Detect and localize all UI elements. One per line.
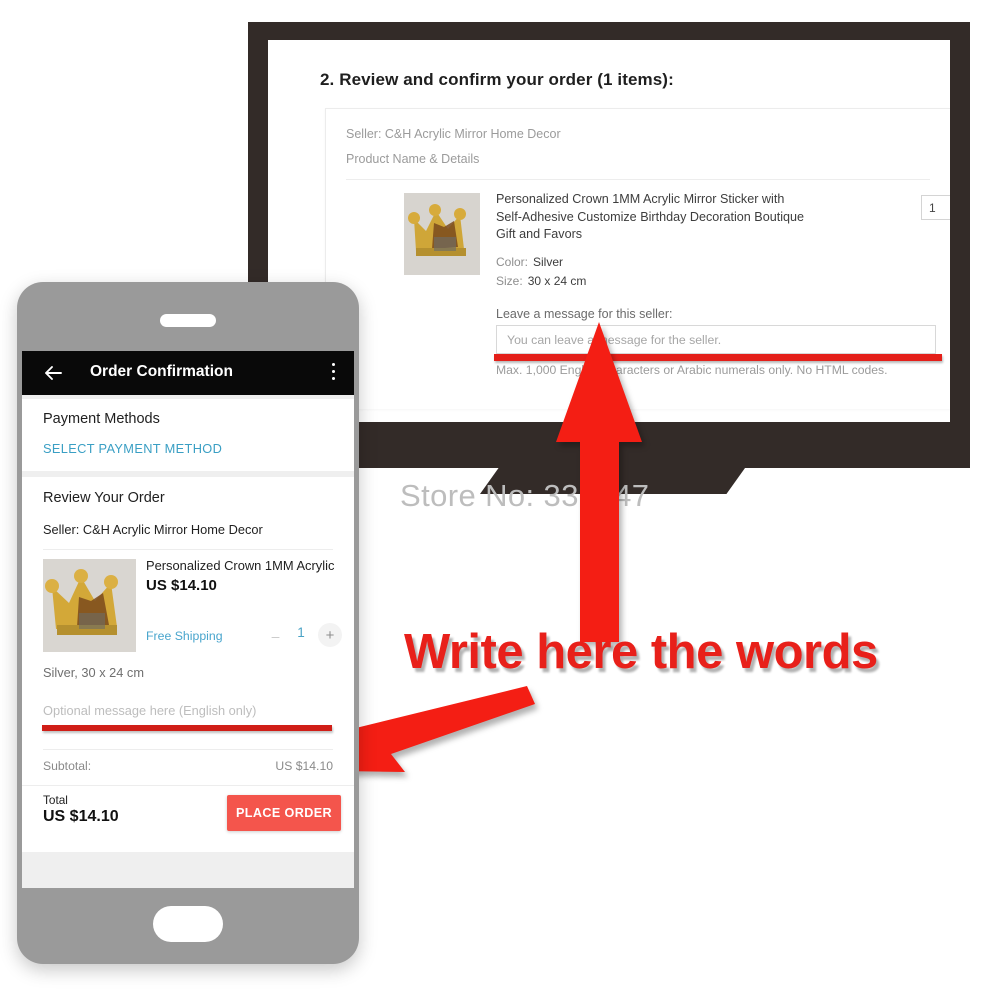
total-label: Total [43, 793, 68, 807]
back-arrow-icon[interactable] [43, 363, 63, 383]
subtotal-value: US $14.10 [275, 759, 333, 773]
seller-message-hint: Max. 1,000 English characters or Arabic … [496, 363, 888, 377]
place-order-button[interactable]: PLACE ORDER [227, 795, 341, 831]
product-size-attribute: Size: 30 x 24 cm [496, 274, 586, 288]
phone-product-price: US $14.10 [146, 577, 217, 594]
screenshot-stage: 2. Review and confirm your order (1 item… [0, 0, 1000, 1000]
size-label: Size: [496, 274, 523, 288]
quantity-stepper[interactable]: – 1 + [267, 623, 342, 649]
red-up-arrow [556, 322, 642, 642]
phone-device: Order Confirmation Payment Methods SELEC… [17, 282, 359, 964]
app-bar-title: Order Confirmation [90, 363, 233, 380]
payment-methods-title: Payment Methods [43, 411, 160, 427]
quantity-decrease-button[interactable]: – [267, 627, 284, 644]
card-divider [346, 179, 930, 180]
crown-sticker-image [43, 559, 136, 652]
review-divider-3 [22, 785, 354, 786]
free-shipping-label[interactable]: Free Shipping [146, 629, 223, 643]
size-value: 30 x 24 cm [527, 274, 587, 288]
color-value: Silver [533, 255, 564, 269]
callout-text: Write here the words [404, 625, 878, 679]
phone-product-name[interactable]: Personalized Crown 1MM Acrylic ... [146, 558, 336, 573]
select-payment-method-link[interactable]: SELECT PAYMENT METHOD [43, 441, 222, 456]
red-highlight-underline-phone [42, 725, 332, 731]
phone-screen: Order Confirmation Payment Methods SELEC… [22, 351, 354, 888]
product-column-header: Product Name & Details [346, 152, 480, 166]
product-title[interactable]: Personalized Crown 1MM Acrylic Mirror St… [496, 191, 806, 244]
phone-home-button[interactable] [153, 906, 223, 942]
total-value: US $14.10 [43, 808, 119, 825]
seller-message-label: Leave a message for this seller: [496, 307, 673, 321]
app-bar: Order Confirmation [22, 351, 354, 395]
product-color-attribute: Color: Silver [496, 255, 563, 269]
review-order-title: Review Your Order [43, 490, 165, 506]
review-divider-2 [43, 749, 333, 750]
phone-product-thumbnail[interactable] [43, 559, 136, 652]
phone-seller-name: Seller: C&H Acrylic Mirror Home Decor [43, 522, 263, 537]
color-label: Color: [496, 255, 529, 269]
quantity-value: 1 [297, 625, 305, 640]
seller-name: Seller: C&H Acrylic Mirror Home Decor [346, 127, 561, 141]
quantity-increase-button[interactable]: + [318, 623, 342, 647]
phone-speaker [160, 314, 216, 327]
product-thumbnail[interactable] [404, 193, 480, 275]
subtotal-label: Subtotal: [43, 759, 92, 773]
crown-sticker-image [404, 193, 480, 275]
quantity-input[interactable]: 1 [921, 195, 950, 220]
phone-product-variant: Silver, 30 x 24 cm [43, 665, 144, 680]
page-title: 2. Review and confirm your order (1 item… [320, 70, 674, 89]
review-order-card: Review Your Order Seller: C&H Acrylic Mi… [22, 477, 354, 852]
payment-methods-card: Payment Methods SELECT PAYMENT METHOD [22, 399, 354, 471]
up-arrow-icon [556, 322, 642, 642]
review-divider-1 [43, 549, 333, 550]
phone-message-input[interactable]: Optional message here (English only) [43, 703, 323, 718]
overflow-menu-icon[interactable] [332, 363, 336, 383]
